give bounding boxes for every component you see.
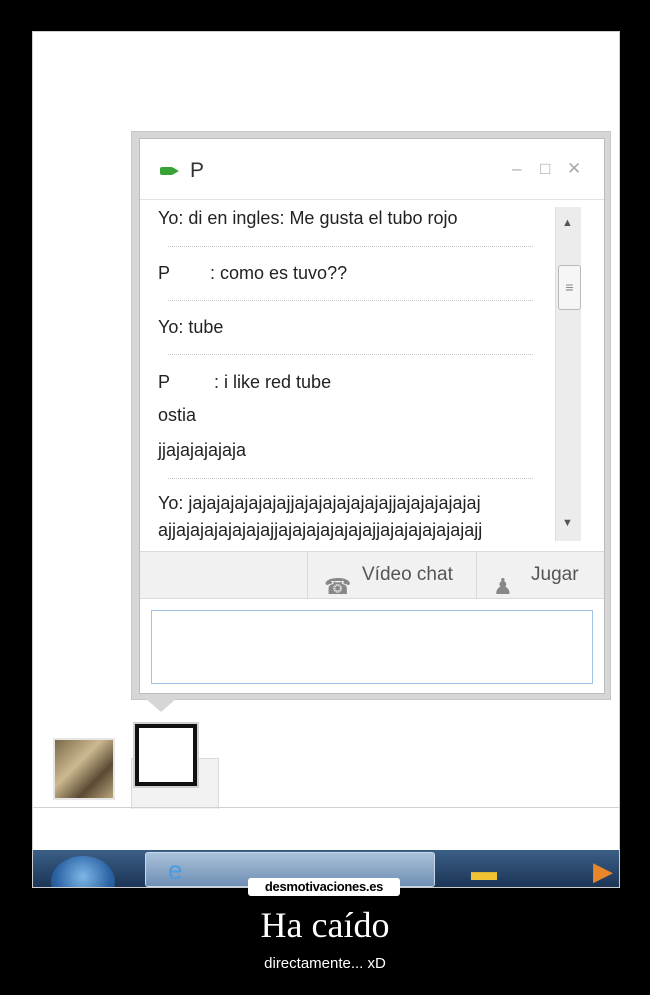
message-text: : como es tuvo?? — [210, 263, 348, 283]
close-icon[interactable]: ✕ — [567, 159, 581, 179]
chat-window: P – □ ✕ Yo: di en ingles: Me gusta el tu… — [131, 131, 611, 700]
chat-pointer — [145, 698, 177, 712]
play-button[interactable]: ♟ Jugar — [476, 552, 604, 599]
minimize-icon[interactable]: – — [512, 159, 521, 179]
play-label: Jugar — [531, 564, 579, 585]
contact-name: P — [190, 159, 205, 182]
active-contact-avatar[interactable] — [133, 722, 199, 788]
windows-start-icon[interactable] — [51, 856, 115, 887]
message: P : i like red tube — [158, 372, 331, 393]
speaker: P — [158, 263, 171, 283]
contact-avatar[interactable] — [53, 738, 115, 800]
message: Yo: jajajajajajajajjajajajajajajajjajaja… — [158, 493, 481, 514]
speaker: Yo — [158, 208, 179, 228]
chat-actions-bar: ☎ Vídeo chat ♟ Jugar — [140, 551, 604, 599]
poster-title: Ha caído — [260, 905, 390, 945]
message-separator — [168, 354, 533, 355]
media-icon[interactable]: ▶ — [593, 856, 613, 887]
chat-panel: P – □ ✕ Yo: di en ingles: Me gusta el tu… — [139, 138, 605, 694]
message-separator — [168, 300, 533, 301]
video-camera-icon — [160, 167, 179, 175]
message-text: : di en ingles: Me gusta el tubo rojo — [178, 208, 458, 228]
message-list: Yo: di en ingles: Me gusta el tubo rojo … — [140, 200, 555, 543]
chat-titlebar: P – □ ✕ — [140, 139, 604, 200]
message-line: jjajajajajaja — [158, 440, 247, 460]
screenshot-frame: P – □ ✕ Yo: di en ingles: Me gusta el tu… — [32, 31, 620, 888]
message-text: : tube — [178, 317, 224, 337]
video-chat-icon: ☎ — [324, 574, 352, 599]
maximize-icon[interactable]: □ — [540, 159, 550, 179]
speaker: P — [158, 372, 171, 392]
chat-scrollbar[interactable]: ▲ ≡ ▼ — [555, 207, 581, 541]
brand-label: desmotivaciones.es — [248, 878, 400, 896]
message-text: : i like red tube — [214, 372, 332, 392]
message-input[interactable] — [151, 610, 593, 684]
scroll-up-icon[interactable]: ▲ — [562, 217, 573, 229]
speaker: Yo — [158, 317, 179, 337]
scroll-thumb[interactable]: ≡ — [558, 265, 581, 310]
speaker: Yo — [158, 493, 179, 513]
scroll-down-icon[interactable]: ▼ — [562, 517, 573, 529]
tray-divider — [33, 807, 619, 808]
game-icon: ♟ — [493, 574, 513, 599]
message: Yo: di en ingles: Me gusta el tubo rojo — [158, 208, 458, 229]
message-line: ostia — [158, 405, 197, 425]
message-separator — [168, 246, 533, 247]
ie-icon: e — [168, 855, 183, 885]
message-separator — [168, 478, 533, 479]
poster-subtitle: directamente... xD — [264, 955, 386, 972]
message: Yo: tube — [158, 317, 223, 338]
message-line: ajjajajajajajajajjajajajajajajajjajajaja… — [158, 520, 483, 540]
folder-icon[interactable]: ▬ — [471, 856, 497, 887]
video-chat-label: Vídeo chat — [362, 564, 453, 585]
message-text: : jajajajajajajajjajajajajajajajjajajaja… — [178, 493, 481, 513]
message: P : como es tuvo?? — [158, 263, 347, 284]
video-chat-button[interactable]: ☎ Vídeo chat — [307, 552, 474, 599]
